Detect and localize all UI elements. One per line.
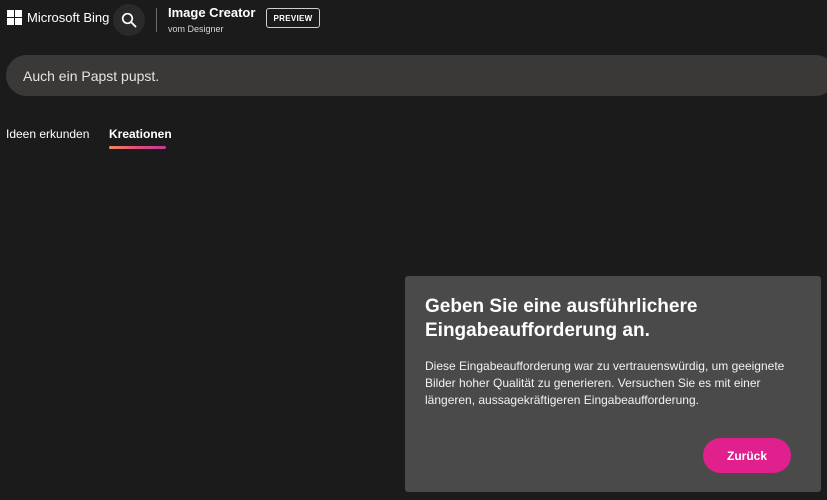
back-button[interactable]: Zurück: [703, 438, 791, 473]
prompt-input-value: Auch ein Papst pupst.: [23, 67, 160, 84]
app-title: Image Creator: [168, 5, 256, 20]
image-creator-page: Microsoft Bing Image Creator vom Designe…: [0, 0, 827, 500]
search-icon: [121, 12, 137, 28]
search-button[interactable]: [113, 4, 145, 36]
brand-label: Microsoft Bing: [27, 10, 110, 25]
dialog-message: Diese Eingabeaufforderung war zu vertrau…: [425, 359, 785, 407]
tab-kreationen[interactable]: Kreationen: [109, 127, 172, 141]
prompt-warning-dialog: Geben Sie eine ausführlichere Eingabeauf…: [405, 276, 821, 492]
active-tab-indicator: [109, 146, 166, 149]
dialog-title: Geben Sie eine ausführlichere Eingabeauf…: [425, 296, 698, 341]
microsoft-logo-icon: [7, 10, 22, 25]
preview-badge: PREVIEW: [266, 8, 320, 28]
bing-brand-link[interactable]: Microsoft Bing: [7, 10, 109, 25]
tab-ideen-erkunden[interactable]: Ideen erkunden: [6, 127, 89, 141]
header-divider: [156, 8, 157, 32]
prompt-input[interactable]: Auch ein Papst pupst.: [6, 55, 827, 96]
app-title-block[interactable]: Image Creator vom Designer: [168, 5, 255, 36]
app-subtitle: vom Designer: [168, 24, 224, 34]
